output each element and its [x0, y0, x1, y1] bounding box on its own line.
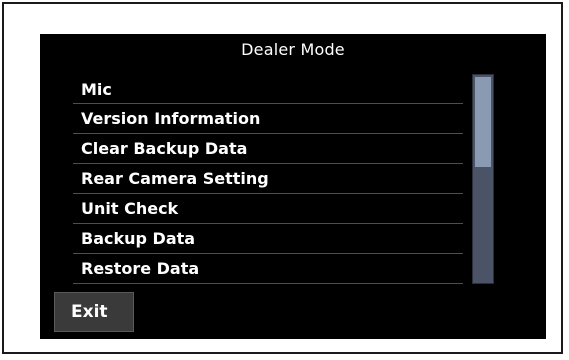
menu-item-backup-data[interactable]: Backup Data	[73, 224, 463, 254]
device-frame: Dealer Mode Mic Version Information Clea…	[2, 2, 563, 354]
menu-item-unit-check[interactable]: Unit Check	[73, 194, 463, 224]
page-title: Dealer Mode	[241, 40, 345, 59]
menu-item-rear-camera-setting[interactable]: Rear Camera Setting	[73, 164, 463, 194]
dealer-mode-screen: Dealer Mode Mic Version Information Clea…	[40, 34, 546, 339]
menu-item-restore-data[interactable]: Restore Data	[73, 254, 463, 284]
dealer-mode-menu: Mic Version Information Clear Backup Dat…	[73, 76, 463, 284]
exit-button[interactable]: Exit	[54, 292, 134, 332]
scrollbar-thumb[interactable]	[475, 77, 491, 167]
menu-item-mic[interactable]: Mic	[73, 76, 463, 104]
menu-item-version-information[interactable]: Version Information	[73, 104, 463, 134]
menu-item-clear-backup-data[interactable]: Clear Backup Data	[73, 134, 463, 164]
menu-scrollbar[interactable]	[472, 74, 494, 284]
